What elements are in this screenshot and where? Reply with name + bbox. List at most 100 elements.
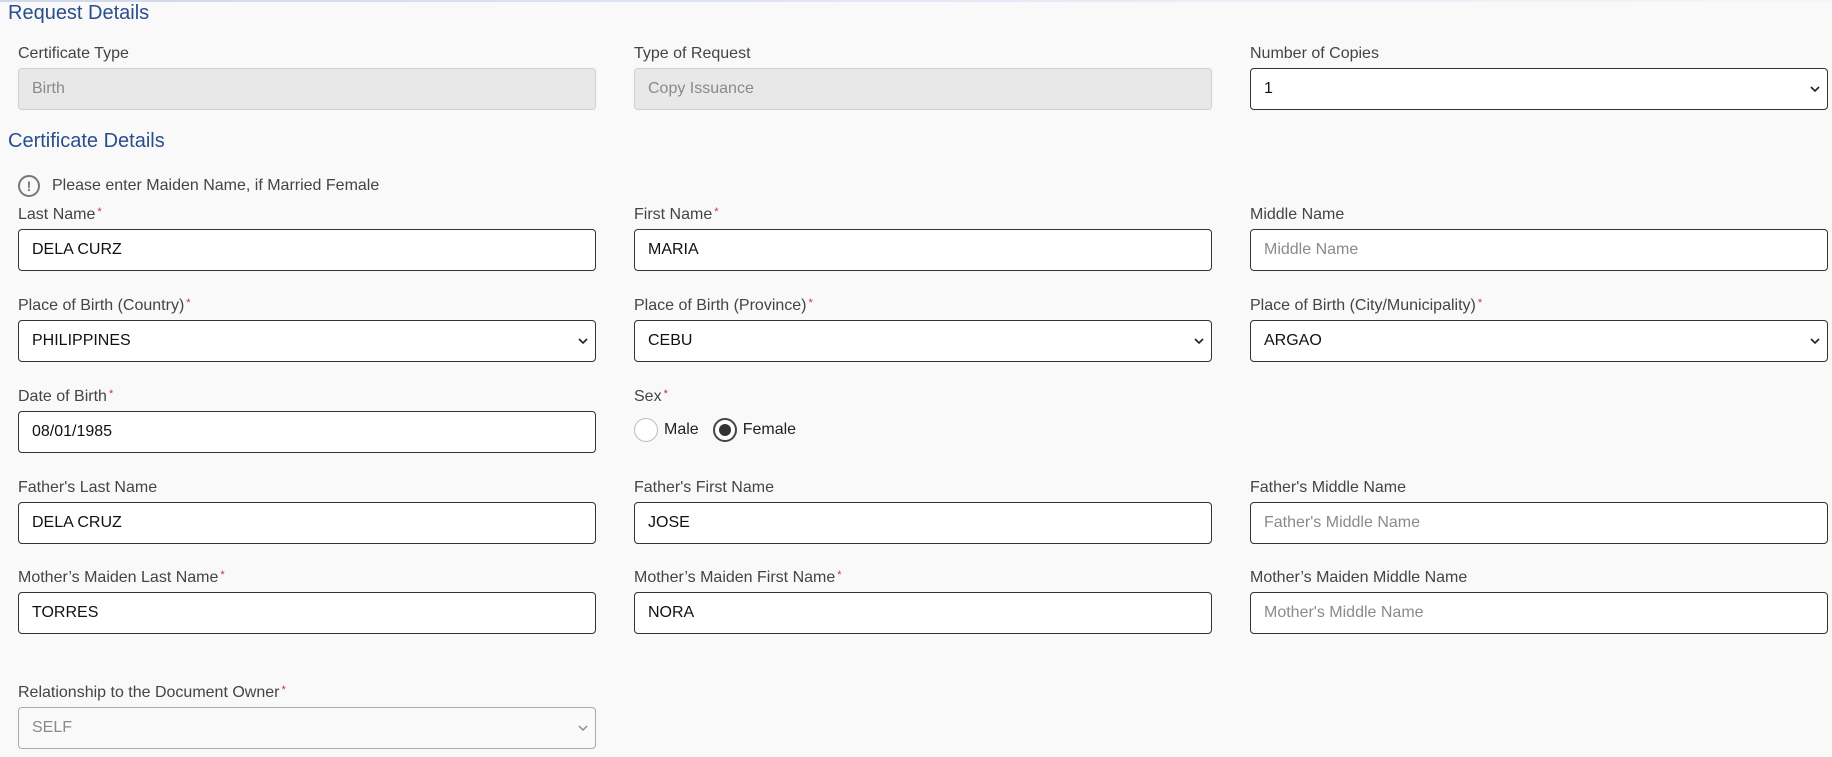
birth-country-select[interactable]: PHILIPPINES bbox=[18, 320, 596, 362]
required-marker: * bbox=[1477, 297, 1483, 309]
father-first-name-label: Father's First Name bbox=[634, 479, 774, 496]
certificate-type-field: Certificate Type Birth bbox=[18, 44, 596, 110]
top-border bbox=[0, 0, 1832, 2]
chevron-down-icon bbox=[1809, 69, 1821, 109]
certificate-type-label: Certificate Type bbox=[18, 45, 129, 62]
mother-middle-name-field: Mother’s Maiden Middle Name Mother's Mid… bbox=[1250, 568, 1828, 634]
mother-first-name-value: NORA bbox=[648, 604, 695, 621]
chevron-down-icon bbox=[1809, 321, 1821, 361]
chevron-down-icon bbox=[1193, 321, 1205, 361]
sex-option-female[interactable]: Female bbox=[712, 418, 797, 442]
type-of-request-input: Copy Issuance bbox=[634, 68, 1212, 110]
required-marker: * bbox=[808, 297, 813, 309]
date-of-birth-input[interactable]: 08/01/1985 bbox=[18, 411, 596, 453]
required-marker: * bbox=[108, 388, 114, 400]
section-title-certificate-details: Certificate Details bbox=[8, 130, 165, 152]
number-of-copies-value: 1 bbox=[1264, 80, 1273, 97]
radio-selected-dot bbox=[718, 424, 731, 436]
date-of-birth-label: Date of Birth * bbox=[18, 387, 596, 411]
first-name-input[interactable]: MARIA bbox=[634, 229, 1212, 271]
first-name-label: First Name * bbox=[634, 205, 1212, 229]
mother-middle-name-input[interactable]: Mother's Middle Name bbox=[1250, 592, 1828, 634]
mother-middle-name-label: Mother’s Maiden Middle Name bbox=[1250, 569, 1468, 586]
relationship-label-text: Relationship to the Document Owner bbox=[18, 684, 280, 701]
first-name-field: First Name * MARIA bbox=[634, 205, 1212, 271]
required-marker: * bbox=[714, 206, 719, 218]
female-radio-label: Female bbox=[742, 421, 797, 438]
relationship-field: Relationship to the Document Owner * SELF bbox=[18, 683, 596, 749]
middle-name-placeholder: Middle Name bbox=[1264, 241, 1359, 258]
birth-city-label-text: Place of Birth (City/Municipality) bbox=[1250, 297, 1476, 314]
required-marker: * bbox=[186, 297, 191, 309]
father-first-name-input[interactable]: JOSE bbox=[634, 502, 1212, 544]
sex-label: Sex * bbox=[634, 387, 1212, 411]
mother-middle-name-placeholder: Mother's Middle Name bbox=[1264, 604, 1424, 621]
number-of-copies-label: Number of Copies bbox=[1250, 45, 1379, 62]
sex-option-male[interactable]: Male bbox=[634, 418, 699, 442]
birth-country-field: Place of Birth (Country) * PHILIPPINES bbox=[18, 296, 596, 362]
birth-country-value: PHILIPPINES bbox=[32, 332, 131, 349]
birth-country-label: Place of Birth (Country) * bbox=[18, 296, 596, 320]
birth-city-select[interactable]: ARGAO bbox=[1250, 320, 1828, 362]
certificate-type-input: Birth bbox=[18, 68, 596, 110]
sex-radio-group: Male Female bbox=[634, 418, 810, 442]
mother-last-name-label-text: Mother’s Maiden Last Name bbox=[18, 569, 219, 586]
birth-province-value: CEBU bbox=[648, 332, 693, 349]
father-first-name-field: Father's First Name JOSE bbox=[634, 478, 1212, 544]
father-first-name-value: JOSE bbox=[648, 514, 690, 531]
required-marker: * bbox=[837, 569, 842, 581]
mother-first-name-input[interactable]: NORA bbox=[634, 592, 1212, 634]
birth-country-label-text: Place of Birth (Country) bbox=[18, 297, 185, 314]
number-of-copies-field: Number of Copies 1 bbox=[1250, 44, 1828, 110]
maiden-name-notice: ! Please enter Maiden Name, if Married F… bbox=[18, 175, 379, 197]
father-middle-name-input[interactable]: Father's Middle Name bbox=[1250, 502, 1828, 544]
female-radio[interactable] bbox=[712, 418, 737, 442]
sex-label-text: Sex bbox=[634, 388, 662, 405]
last-name-value: DELA CURZ bbox=[32, 241, 122, 258]
last-name-input[interactable]: DELA CURZ bbox=[18, 229, 596, 271]
mother-last-name-input[interactable]: TORRES bbox=[18, 592, 596, 634]
number-of-copies-select[interactable]: 1 bbox=[1250, 68, 1828, 110]
father-middle-name-label: Father's Middle Name bbox=[1250, 479, 1406, 496]
last-name-label: Last Name * bbox=[18, 205, 596, 229]
father-middle-name-field: Father's Middle Name Father's Middle Nam… bbox=[1250, 478, 1828, 544]
birth-city-value: ARGAO bbox=[1264, 332, 1322, 349]
birth-province-label: Place of Birth (Province) * bbox=[634, 296, 1212, 320]
birth-province-label-text: Place of Birth (Province) bbox=[634, 297, 807, 314]
first-name-label-text: First Name bbox=[634, 206, 713, 223]
mother-last-name-value: TORRES bbox=[32, 604, 99, 621]
date-of-birth-value: 08/01/1985 bbox=[32, 423, 113, 440]
birth-city-field: Place of Birth (City/Municipality) * ARGA… bbox=[1250, 296, 1828, 362]
birth-city-label: Place of Birth (City/Municipality) * bbox=[1250, 296, 1828, 320]
father-last-name-input[interactable]: DELA CRUZ bbox=[18, 502, 596, 544]
birth-province-select[interactable]: CEBU bbox=[634, 320, 1212, 362]
required-marker: * bbox=[97, 206, 102, 218]
mother-first-name-label-text: Mother’s Maiden First Name bbox=[634, 569, 836, 586]
type-of-request-label: Type of Request bbox=[634, 45, 751, 62]
last-name-label-text: Last Name bbox=[18, 206, 96, 223]
required-marker: * bbox=[281, 684, 286, 696]
relationship-select[interactable]: SELF bbox=[18, 707, 596, 749]
middle-name-input[interactable]: Middle Name bbox=[1250, 229, 1828, 271]
male-radio-label: Male bbox=[664, 421, 699, 438]
mother-first-name-label: Mother’s Maiden First Name * bbox=[634, 568, 1212, 592]
date-of-birth-field: Date of Birth * 08/01/1985 bbox=[18, 387, 596, 453]
chevron-down-icon bbox=[577, 708, 589, 748]
father-last-name-label: Father's Last Name bbox=[18, 479, 158, 496]
male-radio[interactable] bbox=[634, 418, 658, 442]
relationship-value: SELF bbox=[32, 719, 73, 736]
mother-first-name-field: Mother’s Maiden First Name * NORA bbox=[634, 568, 1212, 634]
mother-last-name-label: Mother’s Maiden Last Name * bbox=[18, 568, 596, 592]
middle-name-label: Middle Name bbox=[1250, 206, 1345, 223]
type-of-request-field: Type of Request Copy Issuance bbox=[634, 44, 1212, 110]
notice-text: Please enter Maiden Name, if Married Fem… bbox=[52, 177, 380, 194]
section-title-request-details: Request Details bbox=[8, 2, 150, 24]
sex-field: Sex * bbox=[634, 387, 1212, 411]
last-name-field: Last Name * DELA CURZ bbox=[18, 205, 596, 271]
mother-last-name-field: Mother’s Maiden Last Name * TORRES bbox=[18, 568, 596, 634]
date-of-birth-label-text: Date of Birth bbox=[18, 388, 107, 405]
father-last-name-value: DELA CRUZ bbox=[32, 514, 122, 531]
exclamation-circle-icon: ! bbox=[18, 175, 40, 197]
father-last-name-field: Father's Last Name DELA CRUZ bbox=[18, 478, 596, 544]
chevron-down-icon bbox=[577, 321, 589, 361]
